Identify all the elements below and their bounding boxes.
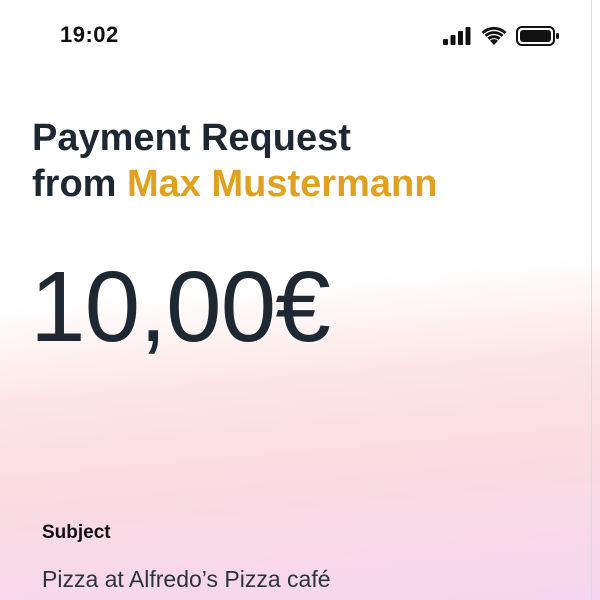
subject-value: Pizza at Alfredo’s Pizza café [42,566,331,592]
wifi-icon [481,26,507,45]
sender-name: Max Mustermann [127,163,438,205]
payment-request-screen: 19:02 Payment Request from Max Musterman… [0,0,600,600]
page-title: Payment Request from Max Mustermann [32,115,437,207]
title-from: from [32,163,117,205]
payment-amount: 10,00€ [30,251,331,363]
status-bar: 19:02 [0,0,600,74]
battery-icon [516,26,559,46]
title-line1: Payment Request [32,117,351,159]
cellular-signal-icon [443,27,471,45]
status-time: 19:02 [60,22,119,47]
subject-label: Subject [42,522,111,543]
